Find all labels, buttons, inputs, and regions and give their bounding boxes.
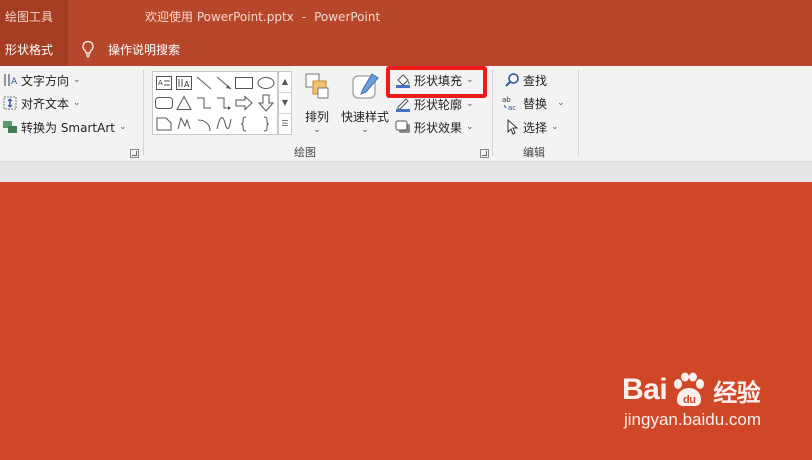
gallery-scrollbar[interactable]: ▲ ▼ ☰ [278,71,292,135]
arrange-label: 排列 [304,110,329,124]
triangle-shape-icon[interactable] [174,93,194,113]
text-direction-icon: A [4,74,18,87]
select-label: 选择 [523,120,548,135]
text-direction-label: 文字方向 [21,73,70,88]
arrange-icon [305,73,329,99]
svg-text:ac: ac [508,104,516,111]
freeform-shape-icon[interactable] [174,114,194,134]
elbow-arrow-connector-shape-icon[interactable] [214,93,234,113]
replace-icon: ab ac [502,96,516,111]
shape-effects-label: 形状效果 [414,120,463,135]
chevron-down-icon: ⌄ [118,122,127,132]
align-text-icon [3,96,17,110]
quick-styles-button[interactable]: 快速样式 ⌄ [338,72,392,135]
rectangle-shape-icon[interactable] [234,73,254,93]
oval-shape-icon[interactable] [256,73,276,93]
vertical-text-box-shape-icon[interactable]: A [174,73,194,93]
group-divider [492,70,493,156]
watermark-brand-left: Bai [622,373,668,406]
tab-shape-format[interactable]: 形状格式 [0,32,68,66]
app-name: PowerPoint [314,10,381,24]
document-name: 欢迎使用 PowerPoint.pptx [145,10,294,24]
chevron-down-icon: ⌄ [466,122,474,132]
find-label: 查找 [523,73,548,88]
left-brace-shape-icon[interactable] [234,114,254,134]
flowchart-shape-icon[interactable] [154,114,174,134]
shape-fill-highlight [386,66,487,98]
convert-smartart-label: 转换为 SmartArt [21,120,115,135]
svg-text:du: du [683,394,695,406]
chevron-down-icon: ⌄ [73,98,81,108]
drawing-group-launcher[interactable] [480,149,489,158]
arc-shape-icon[interactable] [194,114,214,134]
align-text-label: 对齐文本 [21,96,70,111]
right-arrow-shape-icon[interactable] [234,93,254,113]
tell-me-search[interactable]: 操作说明搜索 [80,32,180,66]
group-divider [143,70,144,156]
watermark-suffix: 经验 [713,378,761,407]
search-icon [505,73,519,87]
shape-effects-icon [395,120,410,133]
editing-group-label: 编辑 [523,146,545,159]
gallery-more-icon[interactable]: ☰ [279,114,291,135]
window-title: 欢迎使用 PowerPoint.pptx - PowerPoint [145,8,380,25]
smartart-icon [3,121,17,133]
text-box-shape-icon[interactable]: A [154,73,174,93]
gallery-scroll-up-icon[interactable]: ▲ [279,72,291,93]
text-group-launcher[interactable] [130,149,139,158]
svg-text:A: A [11,77,18,87]
find-button[interactable]: 查找 [504,70,547,90]
ribbon-tab-row: 形状格式 操作说明搜索 [0,32,812,66]
chevron-down-icon: ⌄ [73,75,81,85]
chevron-down-icon: ⌄ [551,122,559,132]
slide-area-top-margin [0,162,812,182]
title-separator: - [301,10,307,24]
shape-outline-label: 形状轮廓 [414,97,463,112]
shape-effects-button[interactable]: 形状效果 ⌄ [395,117,474,137]
right-brace-shape-icon[interactable] [256,114,276,134]
svg-text:A: A [184,80,190,89]
chevron-down-icon: ⌄ [313,125,321,135]
convert-smartart-button[interactable]: 转换为 SmartArt ⌄ [2,117,127,137]
cursor-icon [507,119,519,135]
title-bar: 绘图工具 欢迎使用 PowerPoint.pptx - PowerPoint [0,0,812,32]
chevron-down-icon: ⌄ [557,98,565,108]
svg-text:A: A [158,79,163,87]
arrange-button[interactable]: 排列 ⌄ [300,72,334,135]
quick-styles-label: 快速样式 [340,110,389,124]
replace-label: 替换 [523,96,548,111]
line-shape-icon[interactable] [194,73,214,93]
down-arrow-shape-icon[interactable] [256,93,276,113]
chevron-down-icon: ⌄ [466,99,474,109]
arrow-line-shape-icon[interactable] [214,73,234,93]
drawing-group-label: 绘图 [294,146,316,159]
baidu-paw-icon: du [674,372,705,406]
text-direction-button[interactable]: A 文字方向 ⌄ [2,70,81,90]
select-button[interactable]: 选择 ⌄ [504,117,559,137]
gallery-scroll-down-icon[interactable]: ▼ [279,93,291,114]
group-divider [578,70,579,156]
curve-shape-icon[interactable] [214,114,234,134]
chevron-down-icon: ⌄ [361,125,369,135]
replace-button[interactable]: ab ac 替换 ⌄ [502,93,565,113]
quick-styles-icon [352,73,379,99]
pen-outline-icon [396,98,410,112]
baidu-jingyan-watermark: Bai du du 经验 jingyan.baidu.com [622,372,761,430]
lightbulb-icon [82,40,94,58]
align-text-button[interactable]: 对齐文本 ⌄ [2,93,81,113]
shapes-gallery[interactable]: A A [152,71,278,135]
elbow-connector-shape-icon[interactable] [194,93,214,113]
context-tab-group-label: 绘图工具 [0,0,68,32]
watermark-url: jingyan.baidu.com [624,410,762,429]
tell-me-label: 操作说明搜索 [108,42,181,57]
svg-text:ab: ab [502,96,511,104]
rounded-rectangle-shape-icon[interactable] [154,93,174,113]
